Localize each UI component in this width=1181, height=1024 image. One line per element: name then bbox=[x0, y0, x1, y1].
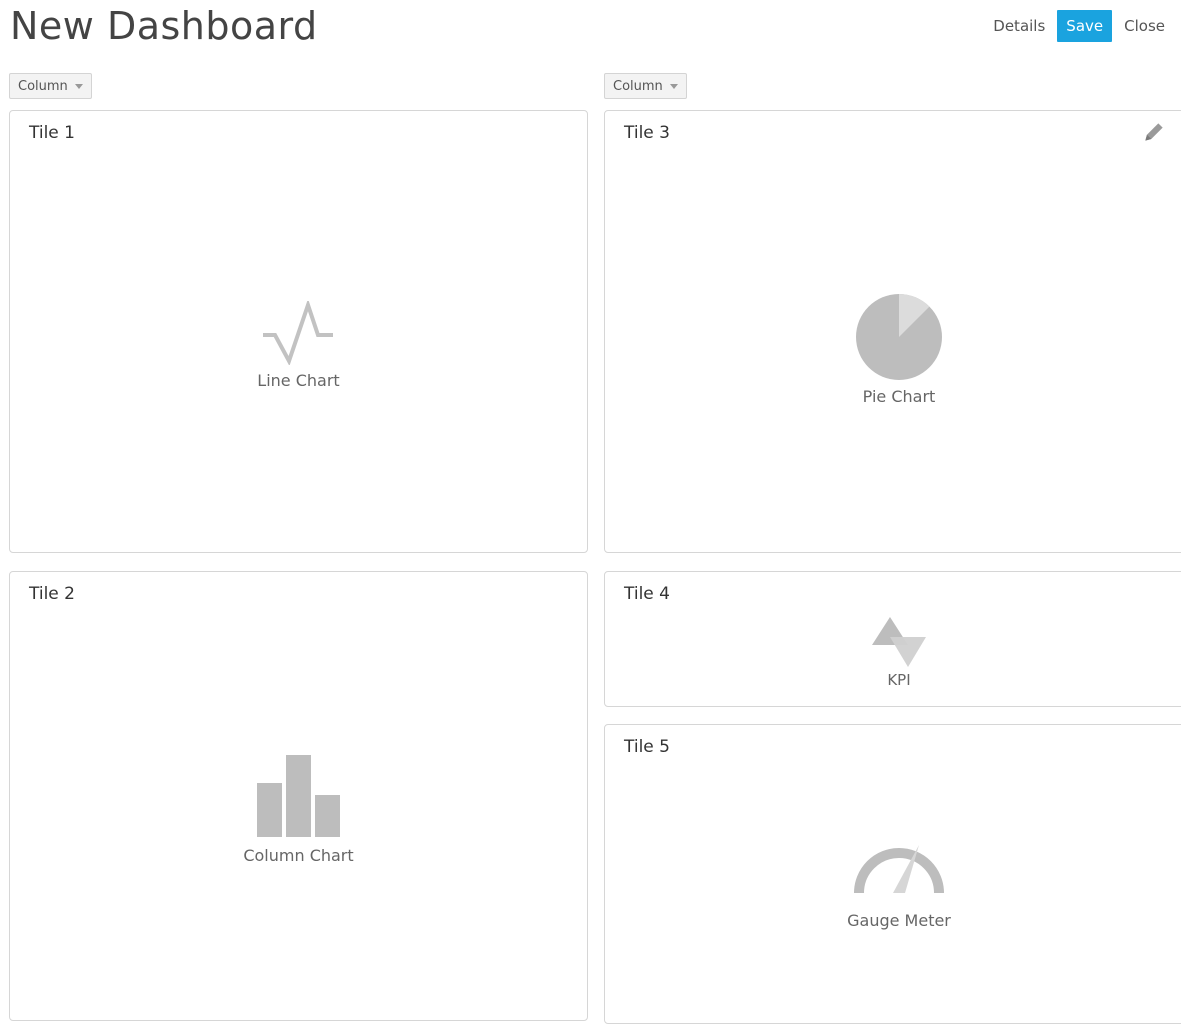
page-title: New Dashboard bbox=[10, 4, 318, 48]
tile-label: Column Chart bbox=[243, 846, 354, 865]
column-dropdown-label: Column bbox=[613, 78, 663, 94]
tile-label: Gauge Meter bbox=[847, 911, 951, 930]
tile-title: Tile 3 bbox=[624, 123, 670, 143]
tile-content: Pie Chart bbox=[605, 293, 1181, 406]
kpi-icon bbox=[872, 617, 926, 667]
tile-content: Line Chart bbox=[10, 301, 587, 390]
close-button[interactable]: Close bbox=[1118, 11, 1171, 41]
chevron-down-icon bbox=[669, 83, 678, 89]
tile-2[interactable]: Tile 2 Column Chart bbox=[9, 571, 588, 1021]
tile-content: KPI bbox=[605, 617, 1181, 689]
chevron-down-icon bbox=[74, 83, 83, 89]
tile-label: Line Chart bbox=[257, 371, 340, 390]
column-chart-icon bbox=[256, 755, 340, 837]
tile-title: Tile 5 bbox=[624, 737, 670, 757]
line-chart-icon bbox=[262, 301, 333, 365]
tile-4[interactable]: Tile 4 KPI bbox=[604, 571, 1181, 707]
column-dropdown-label: Column bbox=[18, 78, 68, 94]
pencil-icon[interactable] bbox=[1141, 119, 1167, 145]
save-button[interactable]: Save bbox=[1057, 10, 1113, 42]
tile-1[interactable]: Tile 1 Line Chart bbox=[9, 110, 588, 553]
header-actions: Details Save Close bbox=[987, 10, 1171, 42]
pie-chart-icon bbox=[856, 294, 942, 380]
tile-label: KPI bbox=[887, 671, 911, 689]
tile-content: Column Chart bbox=[10, 754, 587, 865]
gauge-meter-icon bbox=[854, 845, 944, 894]
column-dropdown-right[interactable]: Column bbox=[604, 73, 687, 99]
tile-title: Tile 1 bbox=[29, 123, 75, 143]
column-dropdown-left[interactable]: Column bbox=[9, 73, 92, 99]
tile-5[interactable]: Tile 5 Gauge Meter bbox=[604, 724, 1181, 1024]
tile-label: Pie Chart bbox=[862, 387, 936, 406]
tile-content: Gauge Meter bbox=[605, 841, 1181, 930]
tile-3[interactable]: Tile 3 Pie Chart bbox=[604, 110, 1181, 553]
tile-title: Tile 4 bbox=[624, 584, 670, 604]
details-button[interactable]: Details bbox=[987, 11, 1051, 41]
tile-title: Tile 2 bbox=[29, 584, 75, 604]
